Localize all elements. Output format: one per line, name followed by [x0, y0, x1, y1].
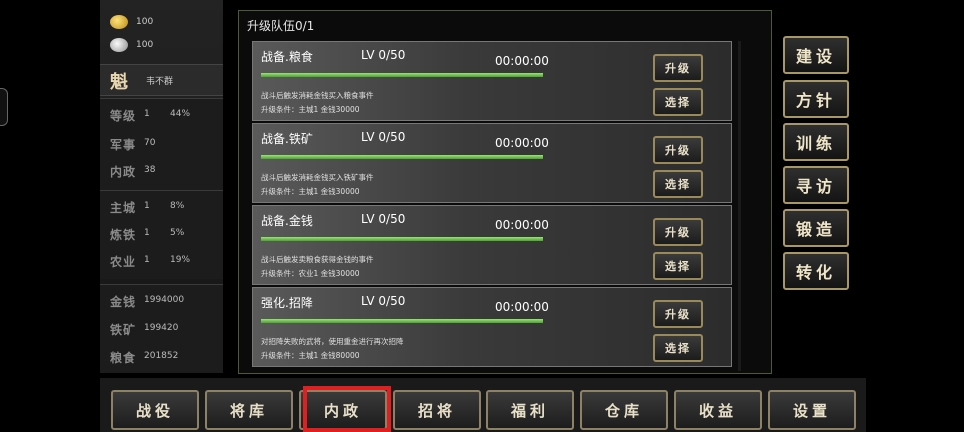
upgrade-progress-bar	[261, 155, 543, 159]
upgrade-progress-bar	[261, 319, 543, 323]
stock-row-iron: 铁矿 199420	[110, 323, 179, 337]
upgrade-progress-bar	[261, 73, 543, 77]
nav-internal-affairs-tab[interactable]: 内政	[299, 390, 387, 430]
upgrade-description: 对招降失败的武将，使用重金进行再次招降	[261, 337, 404, 346]
upgrade-condition: 升级条件：农业1 金钱30000	[261, 269, 360, 278]
nav-welfare-tab[interactable]: 福利	[486, 390, 574, 430]
gold-amount: 100	[136, 17, 154, 27]
nav-recruit-tab[interactable]: 招将	[393, 390, 481, 430]
upgrade-card: 强化.招降 LV 0/50 00:00:00 对招降失败的武将，使用重金进行再次…	[252, 287, 732, 367]
select-button[interactable]: 选择	[653, 88, 703, 116]
stock-section: 金钱 1994000 铁矿 199420 粮食 201852	[100, 284, 223, 373]
stat-row-level: 等级 1 44%	[110, 109, 191, 123]
upgrade-timer: 00:00:00	[495, 218, 549, 232]
upgrade-condition: 升级条件：主城1 金钱30000	[261, 105, 360, 114]
select-button[interactable]: 选择	[653, 252, 703, 280]
upgrade-name: 强化.招降	[261, 296, 313, 310]
player-info-panel: 100 100 魁 韦不群 等级 1 44% 军事 70 内政 38 主城 1 …	[100, 0, 223, 373]
upgrade-button[interactable]: 升级	[653, 218, 703, 246]
menu-train-button[interactable]: 训练	[783, 123, 849, 161]
upgrade-panel: 升级队伍0/1 战备.粮食 LV 0/50 00:00:00 战斗后触发消耗金钱…	[238, 10, 772, 374]
building-row-main-city: 主城 1 8%	[110, 201, 185, 215]
menu-policy-button[interactable]: 方针	[783, 80, 849, 118]
upgrade-timer: 00:00:00	[495, 300, 549, 314]
upgrade-card: 战备.粮食 LV 0/50 00:00:00 战斗后触发消耗金钱买入粮食事件 升…	[252, 41, 732, 121]
nav-generals-tab[interactable]: 将库	[205, 390, 293, 430]
silver-amount: 100	[136, 40, 154, 50]
building-row-agriculture: 农业 1 19%	[110, 255, 191, 269]
upgrade-progress-bar	[261, 237, 543, 241]
side-drawer-handle[interactable]	[0, 88, 8, 126]
upgrade-level: LV 0/50	[361, 212, 406, 226]
nav-settings-tab[interactable]: 设置	[768, 390, 856, 430]
game-screen: 100 100 魁 韦不群 等级 1 44% 军事 70 内政 38 主城 1 …	[0, 0, 964, 432]
stat-row-internal: 内政 38	[110, 165, 156, 179]
upgrade-timer: 00:00:00	[495, 54, 549, 68]
upgrade-name: 战备.粮食	[261, 50, 313, 64]
select-button[interactable]: 选择	[653, 334, 703, 362]
nav-income-tab[interactable]: 收益	[674, 390, 762, 430]
character-name: 韦不群	[146, 77, 174, 87]
upgrade-description: 战斗后触发卖粮食获得金钱的事件	[261, 255, 374, 264]
scrollbar[interactable]	[738, 41, 741, 371]
upgrade-level: LV 0/50	[361, 294, 406, 308]
stat-row-military: 军事 70	[110, 138, 156, 152]
upgrade-card: 战备.铁矿 LV 0/50 00:00:00 战斗后触发消耗金钱买入铁矿事件 升…	[252, 123, 732, 203]
upgrade-description: 战斗后触发消耗金钱买入铁矿事件	[261, 173, 374, 182]
upgrade-level: LV 0/50	[361, 48, 406, 62]
stock-row-grain: 粮食 201852	[110, 351, 179, 365]
menu-convert-button[interactable]: 转化	[783, 252, 849, 290]
upgrade-button[interactable]: 升级	[653, 300, 703, 328]
menu-visit-button[interactable]: 寻访	[783, 166, 849, 204]
nav-warehouse-tab[interactable]: 仓库	[580, 390, 668, 430]
upgrade-timer: 00:00:00	[495, 136, 549, 150]
gold-ingot-icon	[110, 15, 128, 29]
silver-resource: 100	[110, 35, 153, 55]
stock-row-money: 金钱 1994000	[110, 295, 185, 309]
upgrade-condition: 升级条件：主城1 金钱80000	[261, 351, 360, 360]
upgrade-button[interactable]: 升级	[653, 54, 703, 82]
building-row-smelting: 炼铁 1 5%	[110, 228, 185, 242]
silver-ingot-icon	[110, 38, 128, 52]
character-nameplate[interactable]: 魁 韦不群	[100, 64, 223, 96]
upgrade-level: LV 0/50	[361, 130, 406, 144]
stats-section: 等级 1 44% 军事 70 内政 38	[100, 98, 223, 187]
menu-build-button[interactable]: 建设	[783, 36, 849, 74]
upgrade-description: 战斗后触发消耗金钱买入粮食事件	[261, 91, 374, 100]
panel-title: 升级队伍0/1	[247, 19, 315, 33]
upgrade-condition: 升级条件：主城1 金钱30000	[261, 187, 360, 196]
nav-campaign-tab[interactable]: 战役	[111, 390, 199, 430]
buildings-section: 主城 1 8% 炼铁 1 5% 农业 1 19%	[100, 190, 223, 279]
select-button[interactable]: 选择	[653, 170, 703, 198]
upgrade-name: 战备.铁矿	[261, 132, 313, 146]
gold-resource: 100	[110, 12, 153, 32]
upgrade-card: 战备.金钱 LV 0/50 00:00:00 战斗后触发卖粮食获得金钱的事件 升…	[252, 205, 732, 285]
upgrade-button[interactable]: 升级	[653, 136, 703, 164]
upgrade-name: 战备.金钱	[261, 214, 313, 228]
menu-forge-button[interactable]: 锻造	[783, 209, 849, 247]
character-avatar: 魁	[110, 72, 128, 93]
